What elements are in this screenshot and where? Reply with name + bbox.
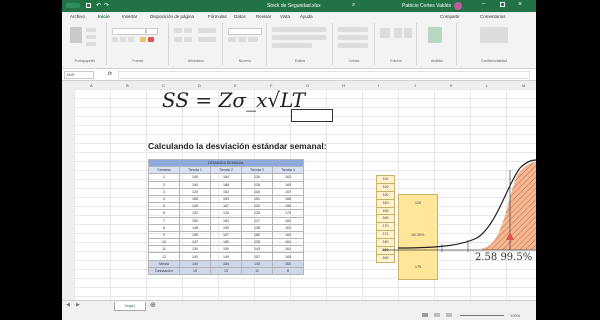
next-sheet-icon[interactable]: ▶	[76, 302, 80, 308]
page-break-icon[interactable]	[446, 313, 452, 317]
normal-curve-chart	[382, 159, 536, 252]
zoom-slider[interactable]	[460, 315, 504, 316]
add-sheet-icon[interactable]: ⊕	[150, 301, 156, 309]
sheet-tab[interactable]: Hoja1	[114, 302, 146, 311]
normal-view-icon[interactable]	[422, 313, 428, 317]
excel-window: ↶ ↷ Stock de Seguridad.xlsx ⌕ Patricio C…	[62, 0, 536, 320]
zoom-level[interactable]: 100%	[510, 313, 520, 318]
page-layout-icon[interactable]	[434, 313, 440, 317]
prev-sheet-icon[interactable]: ◀	[66, 302, 70, 308]
z-value-label: 2.58 99.5%	[475, 252, 533, 263]
status-bar: ◀ ▶ Hoja1 ⊕ 100%	[62, 300, 536, 320]
